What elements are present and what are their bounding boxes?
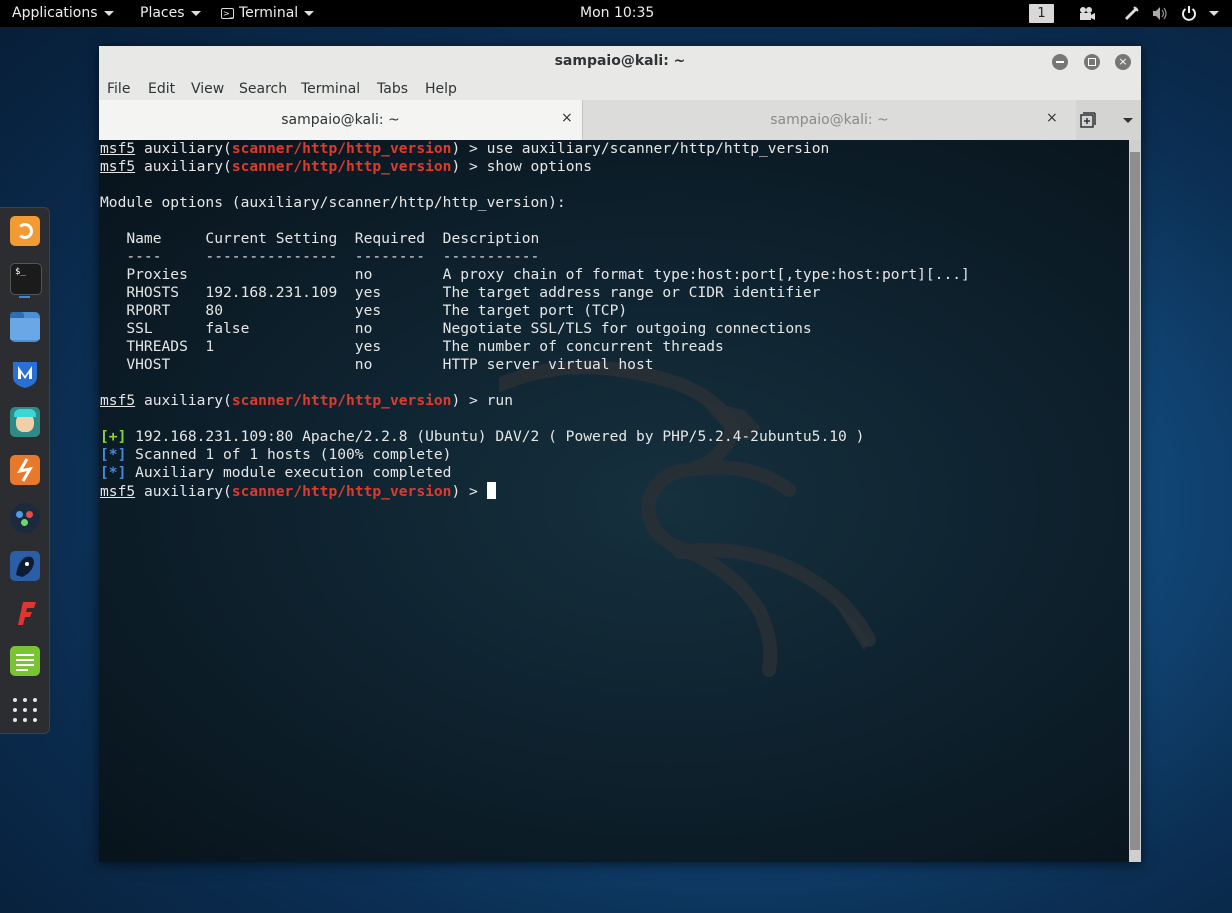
terminal-line: [*] Auxiliary module execution completed [100,464,452,481]
tab-bar: sampaio@kali: ~ × sampaio@kali: ~ × [99,100,1141,141]
window-titlebar[interactable]: sampaio@kali: ~ × [99,46,1141,78]
terminal-icon: >_ [221,7,234,19]
chevron-down-icon [190,10,201,16]
volume-icon[interactable] [1152,6,1169,21]
running-indicator [19,296,30,298]
terminal-line: msf5 auxiliary(scanner/http/http_version… [100,392,513,409]
terminal-window: sampaio@kali: ~ × File Edit View Search … [99,46,1141,862]
options-table-row: Proxies no A proxy chain of format type:… [100,266,970,283]
places-label: Places [140,5,185,21]
menu-file[interactable]: File [107,81,130,97]
terminal-output[interactable]: msf5 auxiliary(scanner/http/http_version… [99,140,1129,862]
options-table-header: Name Current Setting Required Descriptio… [100,230,540,247]
options-table-row: SSL false no Negotiate SSL/TLS for outgo… [100,320,812,337]
top-panel: Applications Places >_ Terminal Mon 10:35… [0,0,1232,27]
minimize-icon[interactable] [1052,54,1068,70]
terminal-line: [+] 192.168.231.109:80 Apache/2.2.8 (Ubu… [100,428,865,445]
options-table-separator: ---- --------------- -------- ----------… [100,248,540,265]
options-table-row: THREADS 1 yes The number of concurrent t… [100,338,724,355]
show-apps-icon[interactable] [12,697,38,723]
clock[interactable]: Mon 10:35 [580,0,654,27]
clock-label: Mon 10:35 [580,5,655,21]
menu-bar: File Edit View Search Terminal Tabs Help [99,78,1141,100]
beef-icon[interactable] [10,551,40,581]
scrollbar[interactable] [1129,140,1141,862]
scrollbar-thumb[interactable] [1130,152,1140,850]
menu-help[interactable]: Help [425,81,457,97]
close-icon[interactable]: × [1046,110,1058,126]
power-icon[interactable] [1181,5,1197,21]
menu-view[interactable]: View [191,81,224,97]
options-table-row: RHOSTS 192.168.231.109 yes The target ad… [100,284,821,301]
terminal-prompt-line[interactable]: msf5 auxiliary(scanner/http/http_version… [100,482,496,500]
menu-edit[interactable]: Edit [148,81,175,97]
window-title: sampaio@kali: ~ [554,53,686,69]
faraday-icon[interactable] [10,598,40,628]
metasploit-icon[interactable] [10,359,40,389]
terminal-line: [*] Scanned 1 of 1 hosts (100% complete) [100,446,452,463]
menu-terminal[interactable]: Terminal [301,81,360,97]
places-menu[interactable]: Places [140,0,201,27]
maximize-icon[interactable] [1084,54,1100,70]
terminal-line: msf5 auxiliary(scanner/http/http_version… [100,140,830,157]
text-cursor [486,482,496,499]
armitage-icon[interactable] [10,407,40,437]
tabs-menu-chevron-icon[interactable] [1123,118,1133,123]
files-icon[interactable] [10,312,40,342]
terminal-icon[interactable]: $_ [10,263,42,295]
camera-icon[interactable] [1078,6,1096,21]
tab-2[interactable]: sampaio@kali: ~ × [583,100,1076,140]
firefox-icon[interactable] [10,216,40,246]
options-table-row: RPORT 80 yes The target port (TCP) [100,302,628,319]
applications-label: Applications [12,5,98,21]
chevron-down-icon [304,10,315,16]
menu-search[interactable]: Search [239,81,287,97]
chevron-down-icon [103,10,114,16]
close-icon[interactable]: × [1115,54,1131,70]
applications-menu[interactable]: Applications [12,0,114,27]
terminal-line: msf5 auxiliary(scanner/http/http_version… [100,158,593,175]
leafpad-icon[interactable] [10,646,40,676]
terminal-app-menu[interactable]: >_ Terminal [221,0,315,27]
workspace-indicator[interactable]: 1 [1029,4,1054,23]
tab-1-label: sampaio@kali: ~ [281,112,400,128]
options-table-row: VHOST no HTTP server virtual host [100,356,654,373]
tab-2-label: sampaio@kali: ~ [770,112,889,128]
menu-tabs[interactable]: Tabs [377,81,408,97]
close-icon[interactable]: × [561,110,573,126]
maltego-icon[interactable] [10,503,40,533]
burpsuite-icon[interactable] [10,455,40,485]
pen-icon[interactable] [1124,5,1140,21]
power-menu-chevron-icon[interactable] [1209,11,1219,16]
dock: $_ [0,207,50,734]
terminal-menu-label: Terminal [239,5,299,21]
new-tab-icon[interactable] [1080,112,1096,128]
terminal-line: Module options (auxiliary/scanner/http/h… [100,194,566,211]
tab-1[interactable]: sampaio@kali: ~ × [99,100,583,140]
